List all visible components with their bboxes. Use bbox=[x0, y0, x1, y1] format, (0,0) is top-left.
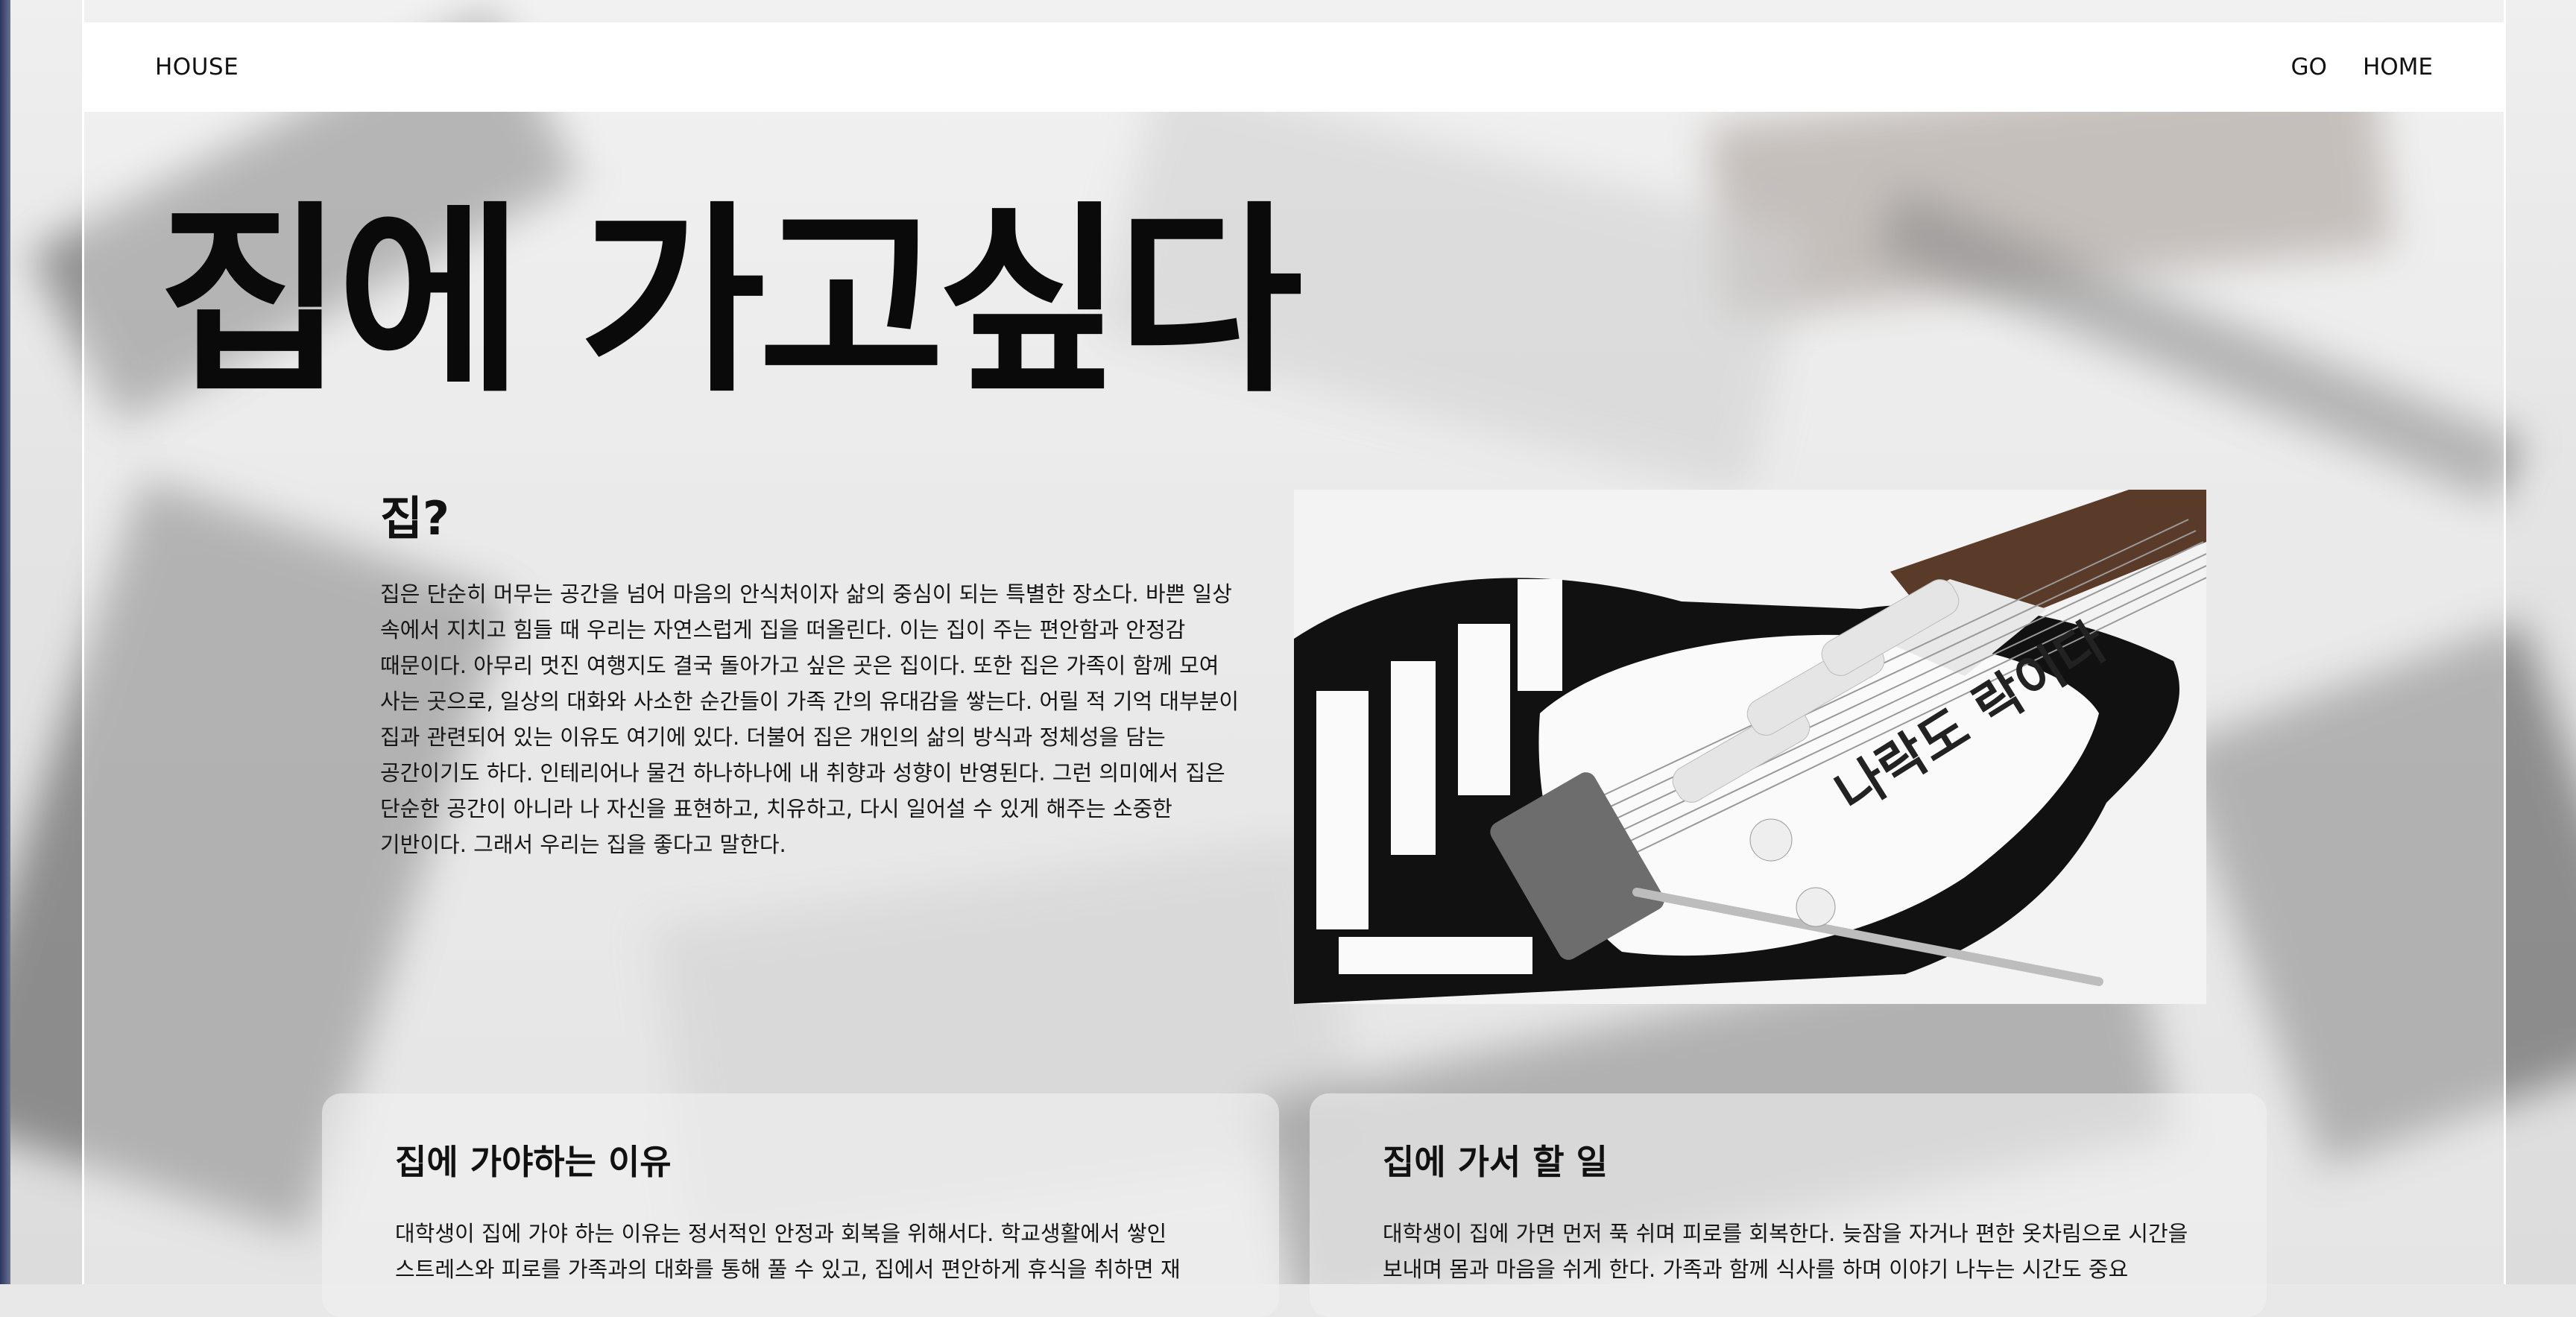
card-title: 집에 가야하는 이유 bbox=[395, 1142, 672, 1182]
nav-link-home[interactable]: HOME bbox=[2363, 54, 2433, 80]
brand-link[interactable]: HOUSE bbox=[155, 54, 239, 80]
main-nav: GO HOME bbox=[2291, 54, 2433, 80]
card-reason: 집에 가야하는 이유 대학생이 집에 가야 하는 이유는 정서적인 안정과 회복… bbox=[322, 1093, 1279, 1317]
card-body: 대학생이 집에 가면 먼저 푹 쉬며 피로를 회복한다. 늦잠을 자거나 편한 … bbox=[1383, 1221, 2188, 1282]
card-body: 대학생이 집에 가야 하는 이유는 정서적인 안정과 회복을 위해서다. 학교생… bbox=[395, 1221, 1181, 1282]
card-todo: 집에 가서 할 일 대학생이 집에 가면 먼저 푹 쉬며 피로를 회복한다. 늦… bbox=[1310, 1093, 2267, 1317]
hero-title: 집에 가고싶다 bbox=[158, 185, 1303, 420]
card-title: 집에 가서 할 일 bbox=[1383, 1142, 1608, 1182]
window-edge bbox=[0, 0, 10, 1284]
guitar-image: 나락도 락이다 bbox=[1294, 490, 2206, 1004]
nav-link-go[interactable]: GO bbox=[2291, 54, 2327, 80]
intro-heading: 집? bbox=[380, 491, 450, 546]
intro-section: 집? 집은 단순히 머무는 공간을 넘어 마음의 안식처이자 삶의 중심이 되는… bbox=[380, 481, 1241, 862]
guitar-illustration: 나락도 락이다 bbox=[1294, 490, 2206, 1004]
top-navigation-bar: HOUSE GO HOME bbox=[82, 22, 2506, 112]
intro-body: 집은 단순히 머무는 공간을 넘어 마음의 안식처이자 삶의 중심이 되는 특별… bbox=[380, 581, 1240, 857]
